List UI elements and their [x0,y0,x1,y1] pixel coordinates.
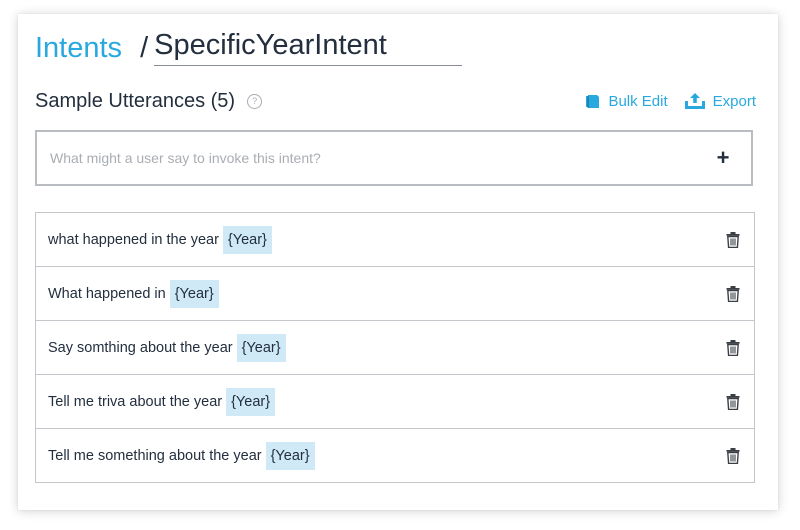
trash-icon[interactable] [726,447,740,464]
utterance-text: Tell me triva about the year [48,393,223,410]
slot-tag[interactable]: {Year} [226,387,276,416]
section-header: Sample Utterances (5) ? [35,90,263,113]
utterance-actions: Bulk Edit Export [586,92,756,110]
utterance-text: Say somthing about the year [48,339,233,356]
intent-editor-card: Intents / SpecificYearIntent Sample Utte… [18,14,778,510]
slot-tag[interactable]: {Year} [222,225,272,254]
plus-icon: + [716,145,730,170]
sample-utterances-title: Sample Utterances (5) [35,90,236,112]
trash-icon[interactable] [726,231,740,248]
trash-icon[interactable] [726,393,740,410]
slot-tag[interactable]: {Year} [169,279,219,308]
utterance-row[interactable]: Tell me something about the year {Year} [36,429,754,482]
export-button[interactable]: Export [684,92,756,110]
utterance-text: What happened in [48,285,166,302]
utterance-row[interactable]: Say somthing about the year {Year} [36,321,754,375]
slot-tag[interactable]: {Year} [236,333,286,362]
utterance-row[interactable]: Tell me triva about the year {Year} [36,375,754,429]
bulk-edit-label: Bulk Edit [608,92,668,110]
slot-tag[interactable]: {Year} [265,441,315,470]
intent-name-field[interactable]: SpecificYearIntent [154,27,463,66]
utterance-input[interactable] [37,131,711,185]
bulk-edit-button[interactable]: Bulk Edit [586,92,668,110]
trash-icon[interactable] [726,339,740,356]
bulk-edit-icon [586,94,600,108]
add-utterance-button[interactable]: + [711,145,735,170]
breadcrumb-intents-link[interactable]: Intents [35,30,122,66]
upload-icon [684,93,705,109]
utterance-row[interactable]: What happened in {Year} [36,267,754,321]
utterance-row[interactable]: what happened in the year {Year} [36,213,754,267]
question-circle-icon[interactable]: ? [247,94,263,109]
utterance-input-box: + [35,130,753,186]
utterance-text: what happened in the year [48,231,219,248]
export-label: Export [712,92,756,110]
breadcrumb-separator: / [140,32,149,64]
utterance-list: what happened in the year {Year} What ha… [35,212,755,483]
utterance-text: Tell me something about the year [48,447,262,464]
breadcrumb: Intents / SpecificYearIntent [35,26,463,66]
trash-icon[interactable] [726,285,740,302]
